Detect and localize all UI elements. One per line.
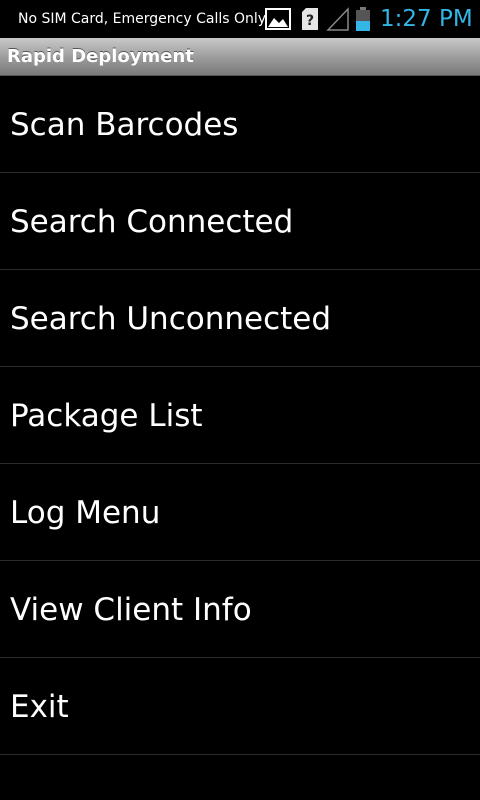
menu-item-scan-barcodes[interactable]: Scan Barcodes <box>0 76 480 173</box>
menu-item-label: Search Connected <box>10 204 294 240</box>
menu-item-search-unconnected[interactable]: Search Unconnected <box>0 270 480 367</box>
image-icon <box>264 6 292 32</box>
menu-item-log-menu[interactable]: Log Menu <box>0 464 480 561</box>
menu-item-view-client-info[interactable]: View Client Info <box>0 561 480 658</box>
menu-item-label: View Client Info <box>10 592 252 628</box>
menu-item-exit[interactable]: Exit <box>0 658 480 755</box>
menu-item-label: Exit <box>10 689 69 725</box>
app-title: Rapid Deployment <box>7 46 194 67</box>
menu-item-label: Search Unconnected <box>10 301 332 337</box>
menu-item-label: Scan Barcodes <box>10 107 239 143</box>
menu-item-label: Package List <box>10 398 203 434</box>
unknown-sim-icon: ? <box>300 6 320 32</box>
carrier-status-text: No SIM Card, Emergency Calls Only <box>18 11 267 27</box>
app-title-bar: Rapid Deployment <box>0 38 480 76</box>
status-bar: No SIM Card, Emergency Calls Only ? 1:27… <box>0 0 480 38</box>
signal-strength-icon <box>326 6 350 32</box>
svg-text:?: ? <box>306 13 314 29</box>
menu-item-label: Log Menu <box>10 495 161 531</box>
menu-item-package-list[interactable]: Package List <box>0 367 480 464</box>
battery-icon <box>354 6 372 32</box>
clock: 1:27 PM <box>380 6 473 32</box>
menu-item-search-connected[interactable]: Search Connected <box>0 173 480 270</box>
main-menu: Scan Barcodes Search Connected Search Un… <box>0 76 480 755</box>
